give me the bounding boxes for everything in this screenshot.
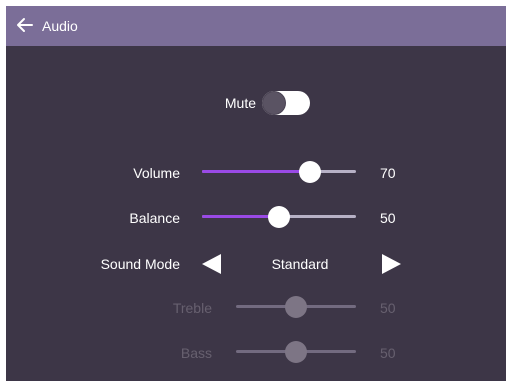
back-arrow-icon[interactable] (14, 14, 36, 36)
page-title: Audio (42, 18, 78, 34)
treble-label: Treble (172, 300, 212, 316)
bass-value: 50 (380, 345, 396, 361)
mute-label: Mute (224, 95, 256, 111)
mute-toggle-knob (263, 92, 285, 114)
treble-slider (236, 295, 356, 319)
treble-slider-thumb (285, 296, 307, 318)
audio-settings-panel: Audio (6, 6, 506, 381)
mute-toggle[interactable] (262, 91, 310, 115)
volume-label: Volume (133, 165, 180, 181)
balance-slider[interactable] (202, 205, 356, 229)
bass-slider-thumb (285, 341, 307, 363)
sound-mode-value: Standard (271, 256, 329, 272)
balance-value: 50 (380, 210, 396, 226)
treble-value: 50 (380, 300, 396, 316)
bass-label: Bass (180, 345, 212, 361)
volume-slider-thumb[interactable] (298, 161, 321, 183)
bass-slider (236, 340, 356, 364)
volume-slider[interactable] (202, 160, 356, 184)
balance-label: Balance (129, 210, 180, 226)
sound-mode-label: Sound Mode (100, 256, 180, 272)
balance-slider-thumb[interactable] (268, 206, 290, 228)
header-bar: Audio (6, 6, 506, 46)
volume-slider-fill (202, 170, 310, 173)
arrow-left-icon[interactable] (201, 253, 223, 275)
volume-value: 70 (380, 165, 396, 181)
arrow-right-icon[interactable] (380, 253, 402, 275)
